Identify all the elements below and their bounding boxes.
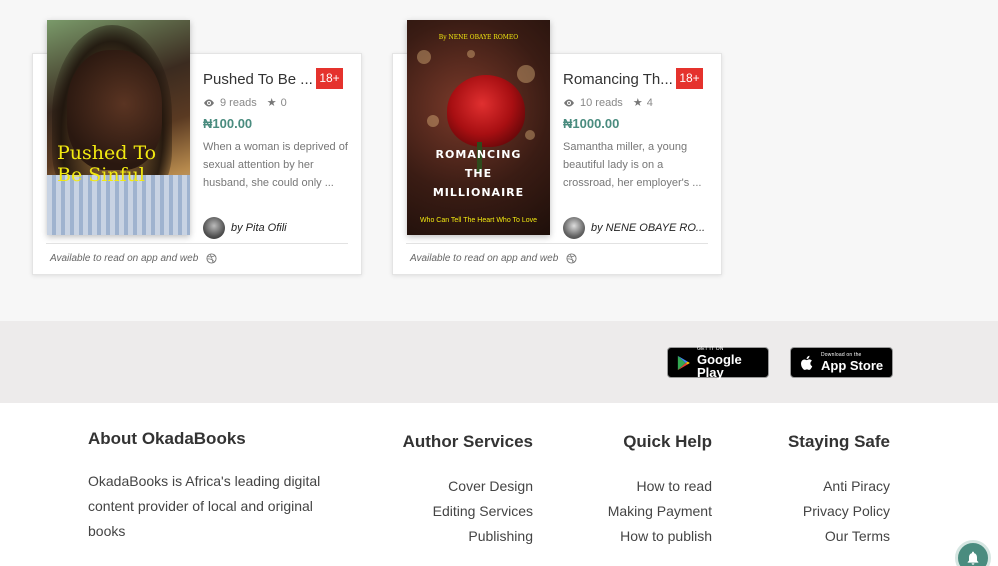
cover-title-line: ROMANCING [435,148,522,161]
footer-link-making-payment[interactable]: Making Payment [608,499,712,524]
book-cover[interactable]: Pushed To Be Sinful [47,20,190,235]
cover-art [447,75,525,147]
cover-title: ROMANCING THE MILLIONAIRE [407,145,550,202]
divider [406,243,708,244]
reads-count: 10 reads [580,96,623,109]
store-big-text: Google Play [697,351,742,380]
google-play-button[interactable]: GET IT ON Google Play [667,345,769,380]
apple-icon [801,355,813,370]
cover-art [427,115,439,127]
cover-title: Pushed To Be Sinful [57,142,157,186]
cover-author: By NENE OBAYE ROMEO [438,34,519,41]
cover-subtitle: Who Can Tell The Heart Who To Love [419,217,538,224]
author-name: by Pita Ofili [231,222,287,234]
staying-safe-heading: Staying Safe [787,432,890,451]
bell-icon [967,551,979,565]
google-play-icon [677,355,690,370]
cover-art [517,65,535,83]
author-services-links: Cover Design Editing Services Publishing [433,474,533,549]
author-services-heading: Author Services [402,432,533,451]
store-small-text: GET IT ON [697,345,724,352]
book-stats: 9 reads ★ 0 [203,96,287,109]
footer-link-anti-piracy[interactable]: Anti Piracy [823,474,890,499]
footer-link-cover-design[interactable]: Cover Design [448,474,533,499]
cover-title-line: MILLIONAIRE [432,186,525,199]
availability-note: Available to read on app and web [50,253,217,264]
footer-link-our-terms[interactable]: Our Terms [825,524,890,549]
age-rating-badge: 18+ [316,68,343,89]
book-stats: 10 reads ★ 4 [563,96,653,109]
footer-link-privacy-policy[interactable]: Privacy Policy [803,499,890,524]
book-title[interactable]: Pushed To Be ... [203,71,313,88]
footer-link-editing-services[interactable]: Editing Services [433,499,533,524]
footer-link-publishing[interactable]: Publishing [468,524,533,549]
footer-link-how-to-read[interactable]: How to read [637,474,712,499]
cover-title-line: THE [464,167,493,180]
author-avatar [563,217,585,239]
dribbble-icon [206,253,217,264]
rating-value: 0 [280,96,287,109]
availability-text: Available to read on app and web [410,253,559,264]
cover-art [525,130,535,140]
eye-icon [204,99,214,106]
book-description: When a woman is deprived of sexual atten… [203,141,348,189]
book-author[interactable]: by Pita Ofili [203,217,287,239]
book-price: ₦100.00 [203,116,253,131]
age-rating-badge: 18+ [676,68,703,89]
author-name: by NENE OBAYE RO... [591,222,706,234]
availability-note: Available to read on app and web [410,253,577,264]
book-price: ₦1000.00 [563,116,620,131]
book-author[interactable]: by NENE OBAYE RO... [563,217,705,239]
cover-art [417,50,431,64]
author-avatar [203,217,225,239]
book-cover[interactable]: By NENE OBAYE ROMEO ROMANCING THE MILLIO… [407,20,550,235]
footer-link-how-to-publish[interactable]: How to publish [620,524,712,549]
star-icon: ★ [632,97,643,109]
dribbble-icon [566,253,577,264]
quick-help-links: How to read Making Payment How to publis… [608,474,712,549]
reads-count: 9 reads [220,96,257,109]
eye-icon [564,99,574,106]
quick-help-heading: Quick Help [623,432,712,451]
rating-value: 4 [646,96,653,109]
staying-safe-links: Anti Piracy Privacy Policy Our Terms [803,474,890,549]
divider [46,243,348,244]
store-label: GET IT ON Google Play [697,345,768,380]
cover-art [467,50,475,58]
store-label: Download on the App Store [821,353,884,373]
about-text: OkadaBooks is Africa's leading digital c… [88,473,321,539]
book-title[interactable]: Romancing Th... [563,71,673,88]
store-big-text: App Store [821,358,884,373]
about-heading: About OkadaBooks [88,429,246,448]
star-icon: ★ [266,97,277,109]
availability-text: Available to read on app and web [50,253,199,264]
book-description: Samantha miller, a young beautiful lady … [563,141,702,189]
app-store-button[interactable]: Download on the App Store [790,347,893,378]
